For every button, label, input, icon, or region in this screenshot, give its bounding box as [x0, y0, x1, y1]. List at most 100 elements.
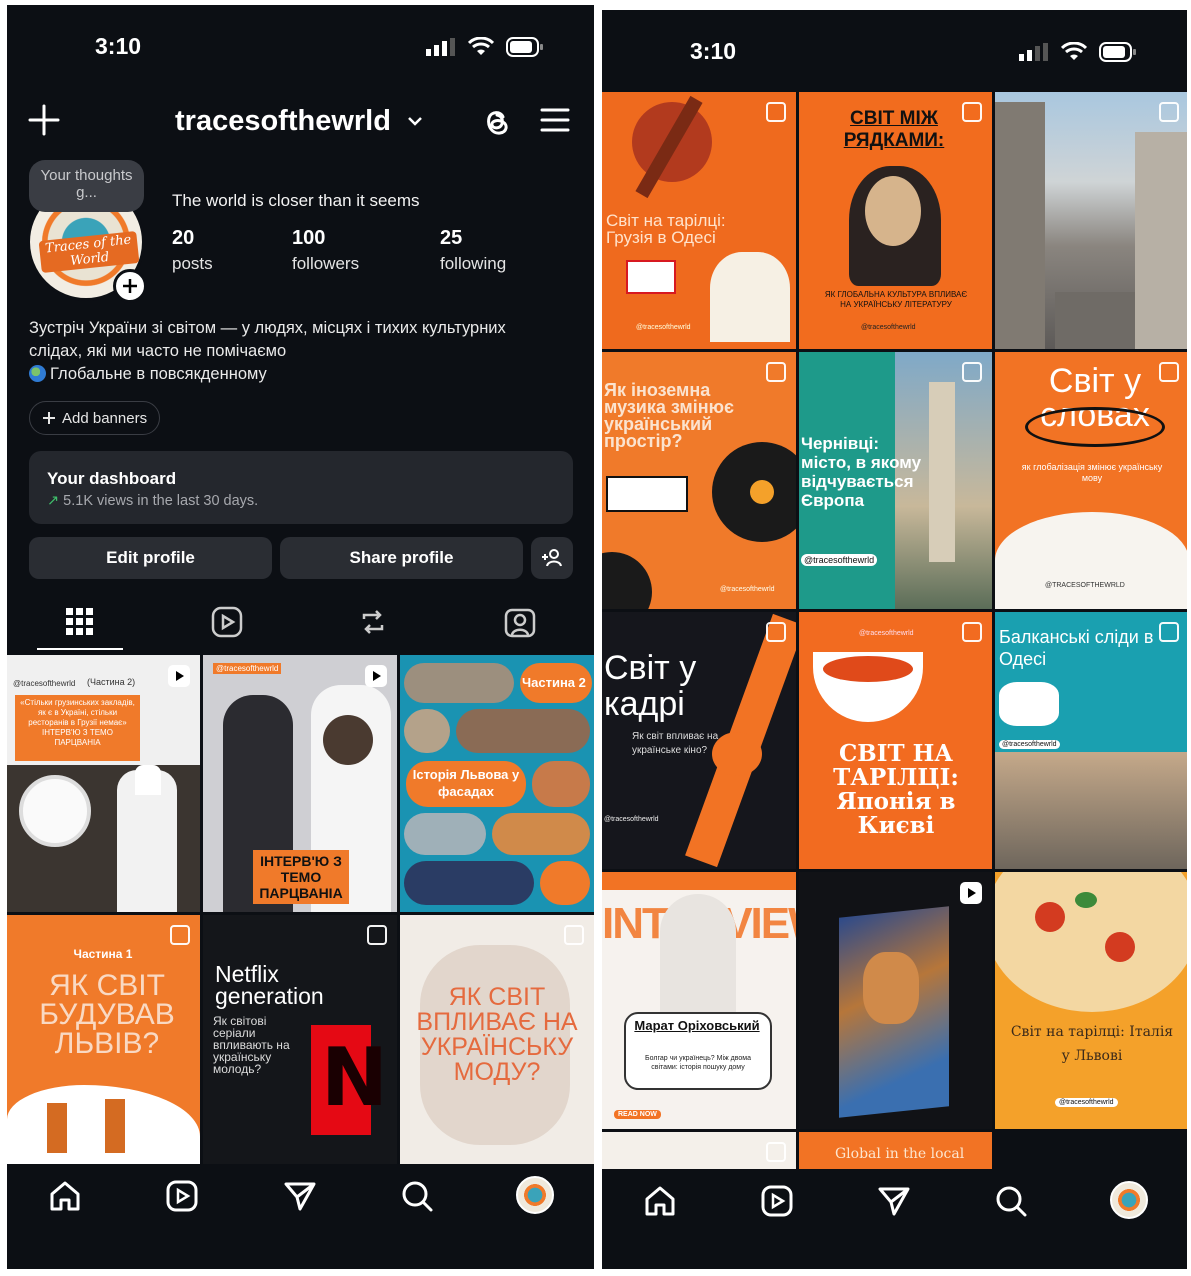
post-title: Світ у кадрі [604, 649, 697, 723]
post-tile[interactable]: Світ на тарілці: Італія у Львові @traces… [995, 872, 1187, 1129]
hamburger-menu-icon[interactable] [540, 107, 570, 133]
reel-icon [365, 665, 387, 687]
post-tile[interactable]: Global in the local [799, 1132, 992, 1172]
stat-value: 25 [440, 227, 463, 249]
bottom-navigation [7, 1164, 594, 1269]
search-icon[interactable] [993, 1183, 1029, 1219]
note-bubble[interactable]: Your thoughts g... [29, 160, 144, 212]
post-handle: @tracesofthewrld [604, 816, 659, 823]
send-message-icon[interactable] [876, 1183, 912, 1219]
reels-nav-icon[interactable] [164, 1178, 200, 1214]
username[interactable]: tracesofthewrld [175, 105, 391, 138]
post-handle: @tracesofthewrld [720, 586, 775, 593]
post-tile[interactable]: Світ у кадрі Як світ впливає на українсь… [602, 612, 796, 869]
post-title: Як іноземна музика змінює український пр… [604, 380, 734, 451]
bottom-navigation [602, 1169, 1187, 1269]
carousel-icon [1159, 622, 1179, 642]
stat-posts[interactable]: 20 posts [172, 227, 213, 274]
threads-icon[interactable] [481, 105, 513, 139]
post-tile[interactable]: Світ у словах як глобалізація змінює укр… [995, 352, 1187, 609]
carousel-icon [564, 925, 584, 945]
reels-nav-icon[interactable] [759, 1183, 795, 1219]
home-icon[interactable] [642, 1183, 678, 1219]
carousel-icon [1159, 102, 1179, 122]
post-tile[interactable] [995, 92, 1187, 349]
grid-tab-icon[interactable] [63, 605, 97, 639]
stat-value: 20 [172, 227, 195, 249]
profile-avatar-icon[interactable] [516, 1176, 554, 1214]
globe-emoji-icon [29, 365, 46, 382]
reposts-tab-icon[interactable] [356, 605, 390, 639]
battery-icon [506, 37, 543, 57]
dashboard-card[interactable]: Your dashboard ↗ 5.1K views in the last 3… [29, 451, 573, 524]
post-title: Світ на тарілці: Грузія в Одесі [606, 211, 726, 247]
active-tab-indicator [37, 648, 123, 650]
post-tile[interactable]: Як іноземна музика змінює український пр… [602, 352, 796, 609]
post-handle: @tracesofthewrld [1055, 1098, 1118, 1107]
carousel-icon [1159, 362, 1179, 382]
wifi-icon [468, 37, 494, 55]
post-title: ЯК СВІТ ВПЛИВАЄ НА УКРАЇНСЬКУ МОДУ? [416, 983, 578, 1086]
post-title: ІНТЕРВ'Ю З ТЕМО ПАРЦВАНІА [253, 850, 349, 904]
post-tile[interactable]: @tracesofthewrld (Частина 2) «Стільки гр… [7, 655, 200, 912]
send-message-icon[interactable] [282, 1178, 318, 1214]
stat-label: followers [292, 254, 360, 273]
post-tile[interactable]: Балканські сліди в Одесі @tracesofthewrl… [995, 612, 1187, 869]
status-icons [426, 37, 544, 57]
profile-avatar-icon[interactable] [1110, 1181, 1148, 1219]
home-icon[interactable] [47, 1178, 83, 1214]
stat-label: following [440, 254, 507, 273]
post-title: Світ на тарілці: Італія у Львові [1010, 1024, 1174, 1064]
post-title: СВІТ МІЖ РЯДКАМИ: [843, 108, 945, 151]
post-tile[interactable] [799, 872, 992, 1129]
post-tile[interactable] [602, 1132, 796, 1172]
battery-icon [1099, 42, 1136, 62]
search-icon[interactable] [399, 1178, 435, 1214]
edit-profile-button[interactable]: Edit profile [29, 537, 272, 579]
post-tile[interactable]: INTERVIEW Марат Оріховський Болгар чи ук… [602, 872, 796, 1129]
add-banners-label: Add banners [62, 409, 148, 427]
post-tile[interactable]: Частина 1 ЯК СВІТ БУДУВАВ ЛЬВІВ? [7, 915, 200, 1171]
share-profile-button[interactable]: Share profile [280, 537, 523, 579]
post-title: Global in the local [835, 1146, 965, 1162]
post-tile[interactable]: @tracesofthewrld ІНТЕРВ'Ю З ТЕМО ПАРЦВАН… [203, 655, 397, 912]
reels-tab-icon[interactable] [210, 605, 244, 639]
post-tile[interactable]: Частина 2 Історія Львова у фасадах [400, 655, 594, 912]
post-title: Марат Оріховський [634, 1018, 760, 1033]
profile-grid-screen: 3:10 Світ на тарілці: Грузія в Одесі @tr… [602, 10, 1187, 1269]
carousel-icon [962, 622, 982, 642]
post-tile[interactable]: Світ на тарілці: Грузія в Одесі @traceso… [602, 92, 796, 349]
trend-up-icon: ↗ [47, 493, 60, 509]
post-title: Історія Львова у фасадах [406, 761, 526, 807]
post-tile[interactable]: СВІТ МІЖ РЯДКАМИ: ЯК ГЛОБАЛЬНА КУЛЬТУРА … [799, 92, 992, 349]
wifi-icon [1061, 42, 1087, 60]
read-now-badge: READ NOW [614, 1110, 661, 1119]
posts-grid: Світ на тарілці: Грузія в Одесі @traceso… [602, 92, 1187, 1172]
chevron-down-icon[interactable] [407, 115, 423, 127]
post-title: Чернівці: місто, в якому відчувається Єв… [801, 434, 922, 510]
reel-icon [960, 882, 982, 904]
add-banners-button[interactable]: Add banners [29, 401, 161, 435]
post-handle: @tracesofthewrld [13, 679, 76, 688]
carousel-icon [170, 925, 190, 945]
plus-icon [123, 279, 137, 293]
post-tile[interactable]: Netflix generation Як світові серіали вп… [203, 915, 397, 1171]
tagged-tab-icon[interactable] [503, 605, 537, 639]
post-tile[interactable]: Чернівці: місто, в якому відчувається Єв… [799, 352, 992, 609]
post-subtitle: Як світ впливає на українське кіно? [632, 731, 719, 756]
stat-followers[interactable]: 100 followers [292, 227, 359, 274]
stat-following[interactable]: 25 following [440, 227, 506, 274]
status-bar: 3:10 [602, 10, 1187, 90]
add-story-button[interactable] [113, 269, 147, 303]
discover-people-button[interactable] [531, 537, 573, 579]
profile-name: The world is closer than it seems [172, 191, 420, 210]
post-tile[interactable]: СВІТ НА ТАРІЛЦІ: Японія в Києві @traceso… [799, 612, 992, 869]
dashboard-subtitle: ↗ 5.1K views in the last 30 days. [47, 493, 555, 509]
create-plus-icon[interactable] [27, 103, 61, 137]
posts-grid: @tracesofthewrld (Частина 2) «Стільки гр… [7, 655, 594, 1171]
post-handle: @tracesofthewrld [861, 324, 916, 331]
post-tile[interactable]: ЯК СВІТ ВПЛИВАЄ НА УКРАЇНСЬКУ МОДУ? [400, 915, 594, 1171]
status-time: 3:10 [95, 33, 142, 59]
post-part-label: Частина 1 [53, 947, 153, 961]
status-time: 3:10 [690, 38, 737, 64]
